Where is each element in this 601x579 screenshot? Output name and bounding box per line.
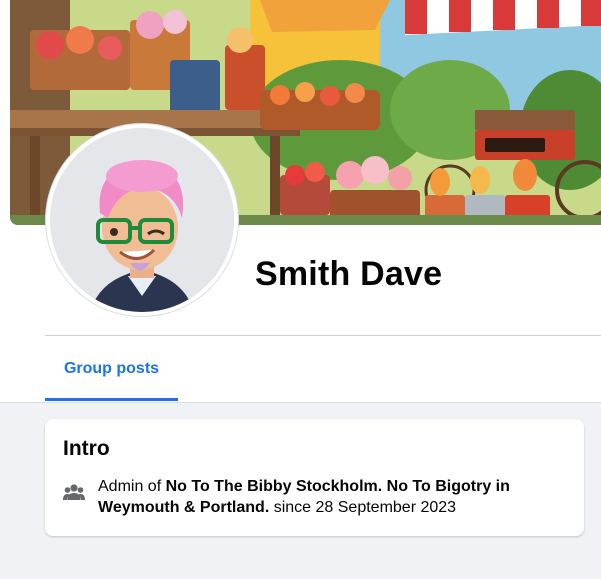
group-members-icon xyxy=(63,483,85,501)
profile-header: Smith Dave Group posts xyxy=(0,0,601,403)
intro-prefix: Admin of xyxy=(98,478,166,495)
intro-title: Intro xyxy=(63,437,110,460)
profile-name: Smith Dave xyxy=(255,255,443,293)
tab-group-posts[interactable]: Group posts xyxy=(45,336,178,402)
intro-suffix: since 28 September 2023 xyxy=(269,499,457,516)
intro-card: Intro Admin of No To The Bibby Stockholm… xyxy=(45,419,584,536)
active-tab-indicator xyxy=(45,398,178,401)
intro-admin-of-text: Admin of No To The Bibby Stockholm. No T… xyxy=(98,476,568,518)
tab-label: Group posts xyxy=(63,360,160,377)
avatar[interactable] xyxy=(50,128,234,312)
